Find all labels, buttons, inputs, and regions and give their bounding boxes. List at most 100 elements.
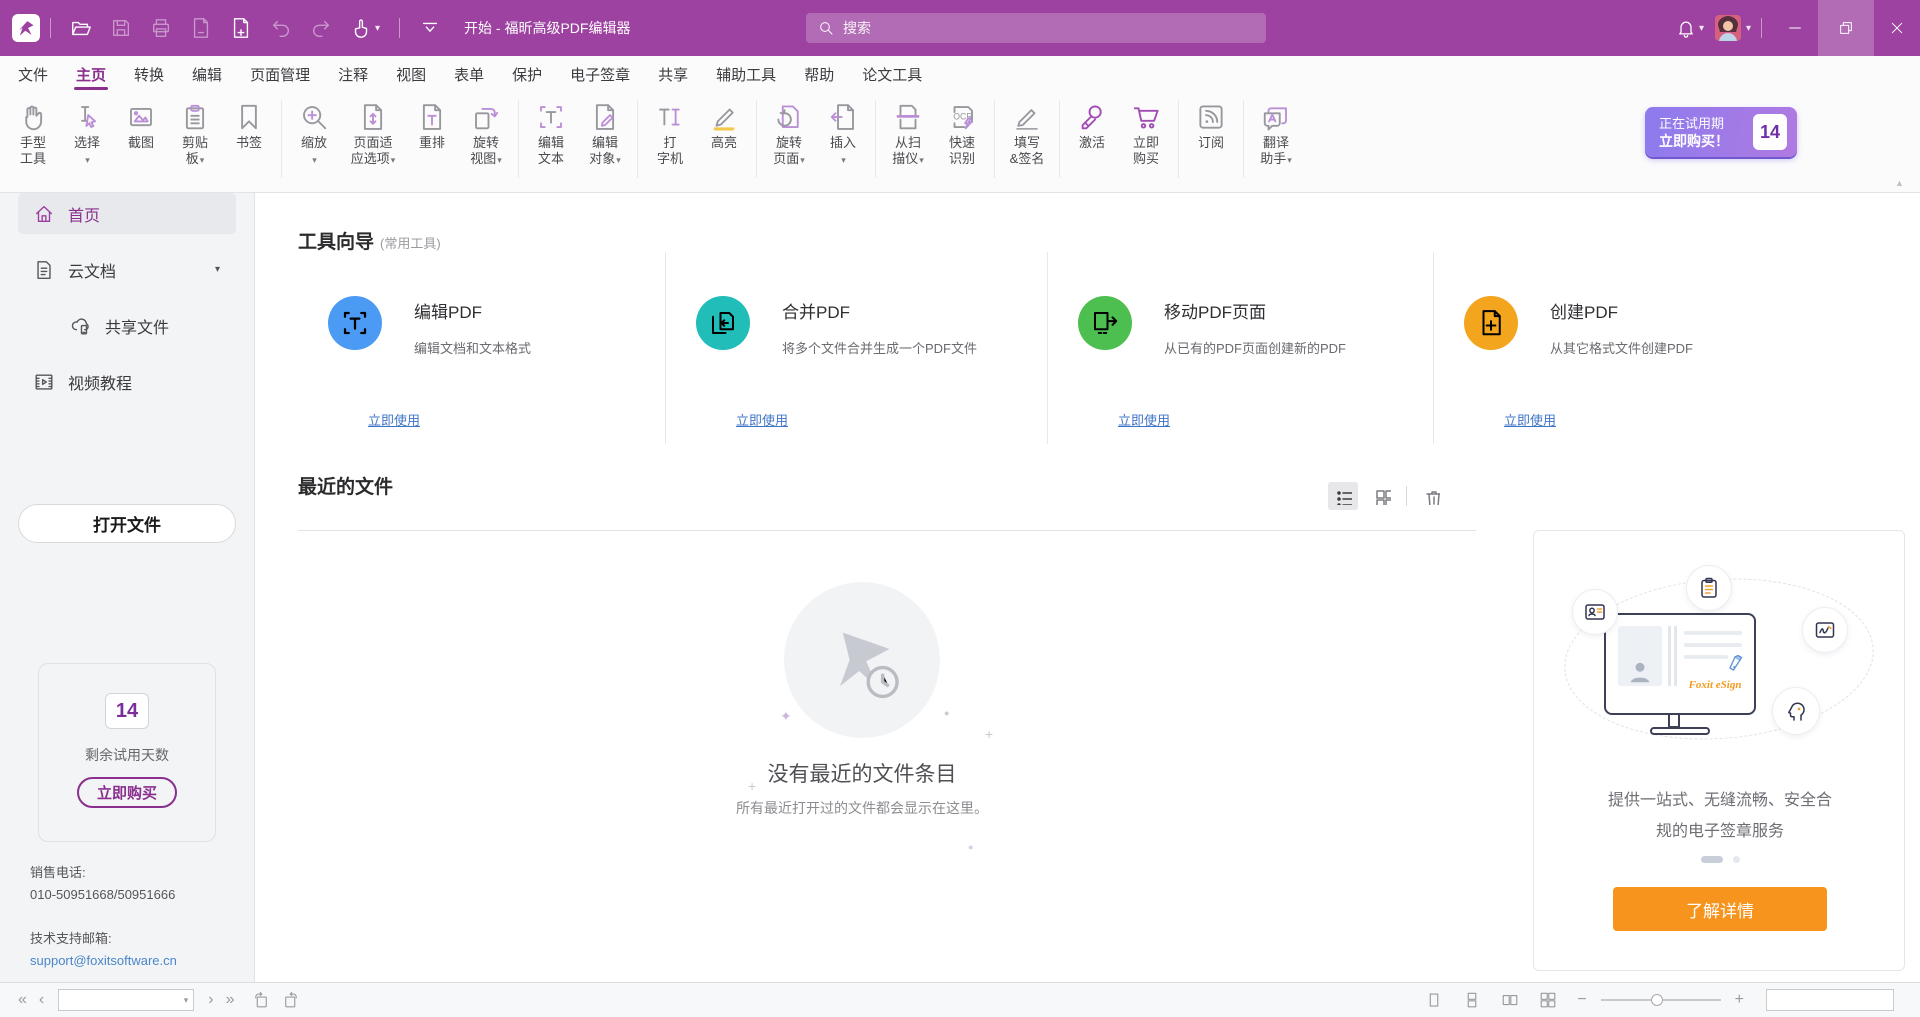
tool-typewriter[interactable]: 打 字机 [643, 98, 697, 167]
tool-fill-sign[interactable]: 填写 &签名 [1000, 98, 1054, 167]
rotate-right-button[interactable] [276, 988, 306, 1012]
use-now-link[interactable]: 立即使用 [368, 410, 420, 429]
continuous-view-button[interactable] [1457, 988, 1487, 1012]
zoom-percent-box[interactable] [1766, 989, 1894, 1011]
use-now-link[interactable]: 立即使用 [736, 410, 788, 429]
search-input[interactable] [843, 20, 1223, 36]
menu-item-home[interactable]: 主页 [62, 56, 120, 92]
tool-clipboard[interactable]: 剪贴 板▾ [168, 98, 222, 167]
card-edit-pdf[interactable]: 编辑PDF 编辑文档和文本格式 立即使用 [298, 252, 665, 444]
touch-mode-icon[interactable]: ▾ [341, 11, 389, 45]
menu-item-comment[interactable]: 注释 [324, 56, 382, 92]
last-page-button[interactable]: » [220, 988, 241, 1012]
tool-edit-object[interactable]: 编辑 对象▾ [578, 98, 632, 167]
collapse-ribbon-icon[interactable] [410, 11, 450, 45]
menu-item-paper-tools[interactable]: 论文工具 [848, 56, 936, 92]
menu-item-convert[interactable]: 转换 [120, 56, 178, 92]
notifications-bell-icon[interactable]: ▾ [1667, 12, 1713, 44]
facing-continuous-view-button[interactable] [1533, 988, 1563, 1012]
avatar[interactable] [1715, 15, 1741, 41]
print-icon[interactable] [141, 11, 181, 45]
use-now-link[interactable]: 立即使用 [1118, 410, 1170, 429]
use-now-link[interactable]: 立即使用 [1504, 410, 1556, 429]
rotate-left-button[interactable] [246, 988, 276, 1012]
single-page-view-button[interactable] [1419, 988, 1449, 1012]
tool-buy-now[interactable]: 立即 购买 [1119, 98, 1173, 167]
redo-icon[interactable] [301, 11, 341, 45]
buy-now-button[interactable]: 立即购买 [77, 777, 177, 808]
tool-snapshot[interactable]: 截图 [114, 98, 168, 167]
sidebar-item-shared-files[interactable]: 共享文件 [18, 305, 236, 346]
list-view-button[interactable] [1328, 482, 1358, 510]
tool-subscribe[interactable]: 订阅 [1184, 98, 1238, 167]
zoom-slider[interactable] [1601, 993, 1721, 1007]
menu-item-organize[interactable]: 页面管理 [236, 56, 324, 92]
insert-pages-icon[interactable] [221, 11, 261, 45]
tool-from-scanner[interactable]: 从扫 描仪▾ [881, 98, 935, 167]
delete-pages-icon[interactable] [181, 11, 221, 45]
open-file-button[interactable]: 打开文件 [18, 504, 236, 543]
menu-item-accessibility[interactable]: 辅助工具 [702, 56, 790, 92]
tool-bookmark[interactable]: 书签 [222, 98, 276, 167]
tool-highlight[interactable]: 高亮 [697, 98, 751, 167]
menu-item-edit[interactable]: 编辑 [178, 56, 236, 92]
minimize-button[interactable] [1772, 0, 1818, 56]
clear-recent-button[interactable] [1416, 482, 1446, 510]
close-button[interactable] [1874, 0, 1920, 56]
menu-item-file[interactable]: 文件 [4, 56, 62, 92]
open-file-icon[interactable] [61, 11, 101, 45]
sidebar-item-cloud-docs[interactable]: 云文档 ▾ [18, 249, 236, 290]
carousel-dot-active[interactable] [1701, 856, 1723, 863]
scroll-up-icon[interactable]: ▲ [1895, 178, 1904, 188]
tool-insert-pages[interactable]: 插入 ▾ [816, 98, 870, 167]
tool-quick-ocr[interactable]: 快速 识别 [935, 98, 989, 167]
chevron-down-icon[interactable]: ▾ [184, 995, 189, 1006]
zoom-in-button[interactable]: + [1729, 988, 1750, 1012]
tool-hand[interactable]: 手型 工具 [6, 98, 60, 167]
menu-item-view[interactable]: 视图 [382, 56, 440, 92]
trial-banner-button[interactable]: 正在试用期 立即购买！ 14 [1645, 107, 1797, 157]
save-icon[interactable] [101, 11, 141, 45]
sidebar-item-home[interactable]: 首页 [18, 193, 236, 234]
tool-edit-text[interactable]: 编辑 文本 [524, 98, 578, 167]
chevron-down-icon[interactable]: ▾ [1746, 23, 1751, 34]
support-email-link[interactable]: support@foxitsoftware.cn [30, 951, 177, 971]
menu-item-form[interactable]: 表单 [440, 56, 498, 92]
undo-icon[interactable] [261, 11, 301, 45]
chevron-down-icon[interactable]: ▾ [215, 264, 220, 275]
zoom-slider-handle[interactable] [1651, 994, 1663, 1006]
menu-item-esign[interactable]: 电子签章 [556, 56, 644, 92]
card-merge-pdf[interactable]: 合并PDF 将多个文件合并生成一个PDF文件 立即使用 [665, 252, 1047, 444]
zoom-out-button[interactable]: − [1571, 988, 1592, 1012]
tool-fit-page-options[interactable]: 页面适 应选项▾ [341, 98, 405, 167]
menu-item-share[interactable]: 共享 [644, 56, 702, 92]
menu-item-help[interactable]: 帮助 [790, 56, 848, 92]
sales-phone-label: 销售电话: [30, 863, 177, 883]
esign-illustration: Foxit eSign [1534, 531, 1906, 781]
titlebar-right-controls: ▾ ▾ [1667, 0, 1920, 56]
tool-rotate-pages[interactable]: 旋转 页面▾ [762, 98, 816, 167]
tool-activate[interactable]: 激活 [1065, 98, 1119, 167]
search-box[interactable] [806, 13, 1266, 43]
app-logo[interactable] [12, 14, 40, 42]
restore-button[interactable] [1818, 0, 1874, 56]
tool-translate-assistant[interactable]: 翻译 助手▾ [1249, 98, 1303, 167]
menu-item-protect[interactable]: 保护 [498, 56, 556, 92]
tool-zoom[interactable]: 缩放 ▾ [287, 98, 341, 167]
tool-rotate-view[interactable]: 旋转 视图▾ [459, 98, 513, 167]
sidebar-item-video-tutorials[interactable]: 视频教程 [18, 361, 236, 402]
recent-files-heading: 最近的文件 [298, 472, 393, 499]
page-number-input[interactable]: ▾ [58, 989, 194, 1011]
carousel-dot[interactable] [1733, 856, 1740, 863]
card-move-pdf-pages[interactable]: 移动PDF页面 从已有的PDF页面创建新的PDF 立即使用 [1047, 252, 1433, 444]
next-page-button[interactable]: › [202, 988, 219, 1012]
facing-view-button[interactable] [1495, 988, 1525, 1012]
previous-page-button[interactable]: ‹ [33, 988, 50, 1012]
card-create-pdf[interactable]: 创建PDF 从其它格式文件创建PDF 立即使用 [1433, 252, 1854, 444]
foxit-logo-icon [15, 17, 37, 39]
grid-view-button[interactable] [1367, 482, 1397, 510]
tool-reflow[interactable]: 重排 [405, 98, 459, 167]
first-page-button[interactable]: « [12, 988, 33, 1012]
tool-select[interactable]: 选择 ▾ [60, 98, 114, 167]
learn-more-button[interactable]: 了解详情 [1613, 887, 1827, 931]
